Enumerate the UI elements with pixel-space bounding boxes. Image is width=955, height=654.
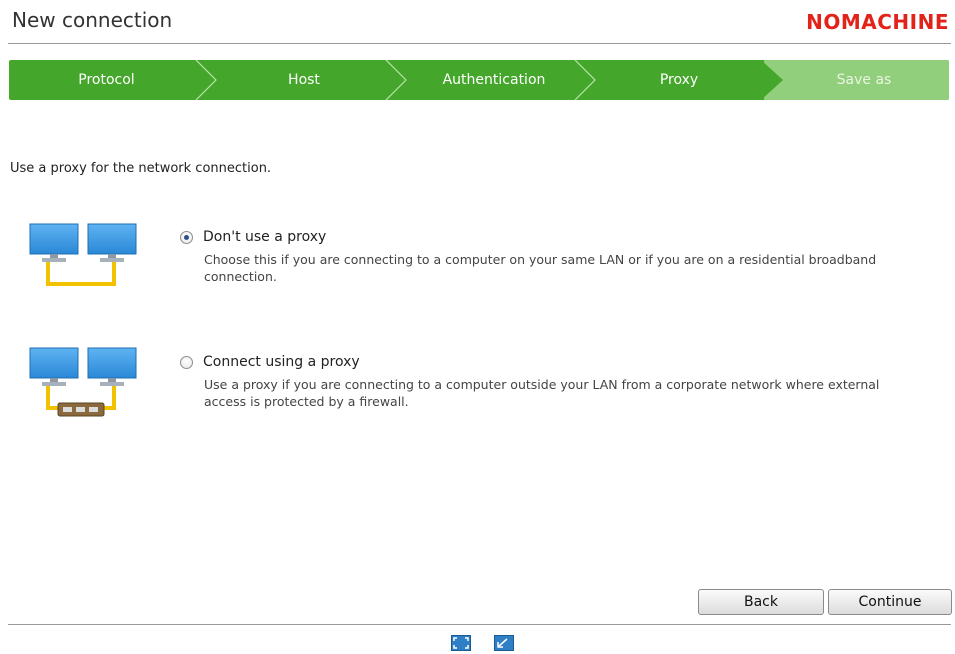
use-proxy-description: Use a proxy if you are connecting to a c… (204, 377, 880, 409)
wizard-steps: Protocol Host Authentication Proxy Save … (9, 60, 949, 100)
nomachine-logo: NOMACHINE (806, 10, 949, 34)
fullscreen-icon[interactable] (451, 635, 471, 651)
back-button[interactable]: Back (698, 589, 824, 615)
resize-icon[interactable] (494, 635, 514, 651)
header-divider (8, 43, 951, 44)
use-proxy-label[interactable]: Connect using a proxy (203, 354, 360, 370)
step-proxy[interactable]: Proxy (589, 60, 769, 100)
page-title: New connection (12, 8, 173, 32)
step-protocol[interactable]: Protocol (9, 60, 204, 100)
continue-button[interactable]: Continue (828, 589, 952, 615)
two-monitors-lan-icon (29, 223, 137, 286)
step-save-as: Save as (836, 72, 892, 88)
no-proxy-label[interactable]: Don't use a proxy (203, 229, 326, 245)
footer-divider (8, 624, 951, 625)
intro-text: Use a proxy for the network connection. (10, 161, 272, 176)
step-authentication[interactable]: Authentication (399, 60, 589, 100)
two-monitors-proxy-icon (29, 347, 137, 417)
new-connection-window: New connection NOMACHINE Protocol Host A… (0, 0, 955, 654)
no-proxy-radio[interactable] (180, 231, 193, 244)
use-proxy-radio[interactable] (180, 356, 193, 369)
no-proxy-description: Choose this if you are connecting to a c… (204, 252, 877, 284)
step-host[interactable]: Host (209, 60, 399, 100)
